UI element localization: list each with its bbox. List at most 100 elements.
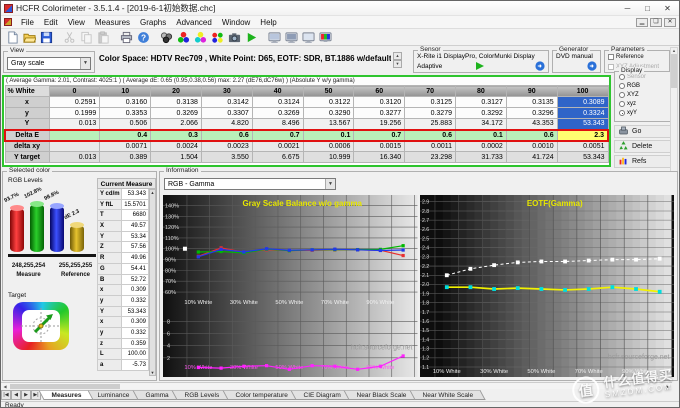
table-cell[interactable] xyxy=(49,141,100,152)
table-cell[interactable]: 0.4 xyxy=(100,130,151,141)
measure-primaries-icon[interactable] xyxy=(175,30,192,45)
scroll-left-icon[interactable]: ◀ xyxy=(1,384,9,389)
measure-row[interactable]: Y53.343 xyxy=(97,307,149,318)
table-cell[interactable]: 0.3125 xyxy=(405,97,456,108)
measure-row[interactable]: Y cd/m53.343 xyxy=(97,189,149,200)
table-cell[interactable]: 4.820 xyxy=(201,119,252,130)
measure-secondaries-icon[interactable] xyxy=(192,30,209,45)
table-cell[interactable]: 0.3324 xyxy=(557,108,608,119)
table-cell[interactable] xyxy=(49,130,100,141)
table-cell[interactable]: 6.675 xyxy=(252,152,303,163)
print-icon[interactable] xyxy=(118,30,135,45)
measure-row[interactable]: Z57.56 xyxy=(97,242,149,253)
table-cell[interactable]: 53.343 xyxy=(557,119,608,130)
table-cell[interactable]: 0.389 xyxy=(100,152,151,163)
scrollbar-thumb[interactable] xyxy=(10,384,120,389)
view-select[interactable]: Gray scale ▼ xyxy=(7,57,91,70)
tab-scroll-right-icon[interactable]: ▶ xyxy=(21,390,31,400)
table-cell[interactable]: 0.1 xyxy=(303,130,354,141)
table-cell[interactable]: 0.3089 xyxy=(557,97,608,108)
generator-settings-icon[interactable] xyxy=(587,61,597,71)
table-cell[interactable]: 0.2591 xyxy=(49,97,100,108)
table-cell[interactable]: 0.506 xyxy=(100,119,151,130)
menu-file[interactable]: File xyxy=(16,18,39,27)
table-cell[interactable]: 0.3142 xyxy=(201,97,252,108)
table-cell[interactable]: 0.6 xyxy=(405,130,456,141)
run-measures-icon[interactable] xyxy=(243,30,260,45)
child-close-icon[interactable]: ✕ xyxy=(664,18,676,27)
table-cell[interactable]: 0.3135 xyxy=(506,97,557,108)
measure-row[interactable]: Y53.34 xyxy=(97,232,149,243)
menu-advanced[interactable]: Advanced xyxy=(171,18,217,27)
table-cell[interactable]: 0.0024 xyxy=(151,141,202,152)
radio-rgb[interactable]: RGB xyxy=(619,82,671,90)
checkbox-reference[interactable]: Reference xyxy=(608,52,669,61)
measure-row[interactable]: y0.332 xyxy=(97,296,149,307)
menu-edit[interactable]: Edit xyxy=(39,18,63,27)
table-cell[interactable]: 0.0010 xyxy=(506,141,557,152)
table-cell[interactable]: 0.3307 xyxy=(201,108,252,119)
radio-xyy[interactable]: xyY xyxy=(619,109,671,117)
table-cell[interactable]: 23.298 xyxy=(405,152,456,163)
table-cell[interactable]: 0.1 xyxy=(456,130,507,141)
spinner-down-icon[interactable]: ▼ xyxy=(393,60,402,68)
measure-free-icon[interactable] xyxy=(209,30,226,45)
minimize-icon[interactable]: ─ xyxy=(619,3,636,14)
measure-row[interactable]: R49.96 xyxy=(97,253,149,264)
table-cell[interactable]: 25.883 xyxy=(405,119,456,130)
tab-color-temperature[interactable]: Color temperature xyxy=(222,390,300,400)
table-cell[interactable]: 0.013 xyxy=(49,152,100,163)
measure-row[interactable]: B52.72 xyxy=(97,275,149,286)
display-nearwhite-icon[interactable] xyxy=(300,30,317,45)
table-cell[interactable]: 16.340 xyxy=(354,152,405,163)
menu-graphs[interactable]: Graphs xyxy=(135,18,171,27)
spinner-up-icon[interactable]: ▲ xyxy=(393,52,402,60)
tab-near-black-scale[interactable]: Near Black Scale xyxy=(344,390,419,400)
table-cell[interactable]: 0.3269 xyxy=(151,108,202,119)
tab-near-white-scale[interactable]: Near White Scale xyxy=(409,390,485,400)
table-cell[interactable]: 0.3290 xyxy=(303,108,354,119)
table-cell[interactable]: 0.3 xyxy=(151,130,202,141)
snapshot-icon[interactable] xyxy=(226,30,243,45)
child-window-icon[interactable] xyxy=(4,18,12,26)
measure-row[interactable]: z0.359 xyxy=(97,339,149,350)
table-cell[interactable]: 1.504 xyxy=(151,152,202,163)
table-cell[interactable]: 43.353 xyxy=(506,119,557,130)
information-select[interactable]: RGB - Gamma ▼ xyxy=(164,178,336,190)
tab-measures[interactable]: Measures xyxy=(38,390,93,400)
menu-help[interactable]: Help xyxy=(255,18,281,27)
table-cell[interactable]: 0.3160 xyxy=(100,97,151,108)
measure-row[interactable]: L100.00 xyxy=(97,349,149,360)
table-cell[interactable]: 19.256 xyxy=(354,119,405,130)
maximize-icon[interactable]: □ xyxy=(639,3,656,14)
table-cell[interactable]: 0.3269 xyxy=(252,108,303,119)
table-cell[interactable]: 0.7 xyxy=(252,130,303,141)
run-measure-icon[interactable] xyxy=(476,62,484,70)
sensor-settings-icon[interactable] xyxy=(535,61,545,71)
table-cell[interactable]: 0.3120 xyxy=(354,97,405,108)
colorspace-spinner[interactable]: ▲ ▼ xyxy=(393,52,402,68)
table-cell[interactable]: 0.0021 xyxy=(252,141,303,152)
table-cell[interactable]: 53.343 xyxy=(557,152,608,163)
table-cell[interactable]: 0.013 xyxy=(49,119,100,130)
table-cell[interactable]: 10.999 xyxy=(303,152,354,163)
measure-row[interactable]: X49.57 xyxy=(97,221,149,232)
delete-button[interactable]: Delete xyxy=(614,140,672,153)
go-button[interactable]: Go xyxy=(614,125,672,138)
table-cell[interactable]: 0.3279 xyxy=(405,108,456,119)
table-cell[interactable]: 34.172 xyxy=(456,119,507,130)
display-saturation-icon[interactable] xyxy=(317,30,334,45)
tab-scroll-left-icon[interactable]: ◀ xyxy=(11,390,21,400)
menu-view[interactable]: View xyxy=(63,18,90,27)
table-cell[interactable]: 0.0002 xyxy=(456,141,507,152)
table-cell[interactable]: 0.7 xyxy=(354,130,405,141)
table-cell[interactable]: 8.496 xyxy=(252,119,303,130)
measure-scrollbar[interactable]: ▲ ▼ xyxy=(149,189,156,376)
table-cell[interactable]: 0.6 xyxy=(506,130,557,141)
measure-row[interactable]: Y ftL15.5701 xyxy=(97,200,149,211)
measure-grayscale-icon[interactable] xyxy=(158,30,175,45)
table-cell[interactable]: 2.066 xyxy=(151,119,202,130)
measure-row[interactable]: G54.41 xyxy=(97,264,149,275)
measure-row[interactable]: x0.309 xyxy=(97,317,149,328)
table-cell[interactable]: 0.3138 xyxy=(151,97,202,108)
